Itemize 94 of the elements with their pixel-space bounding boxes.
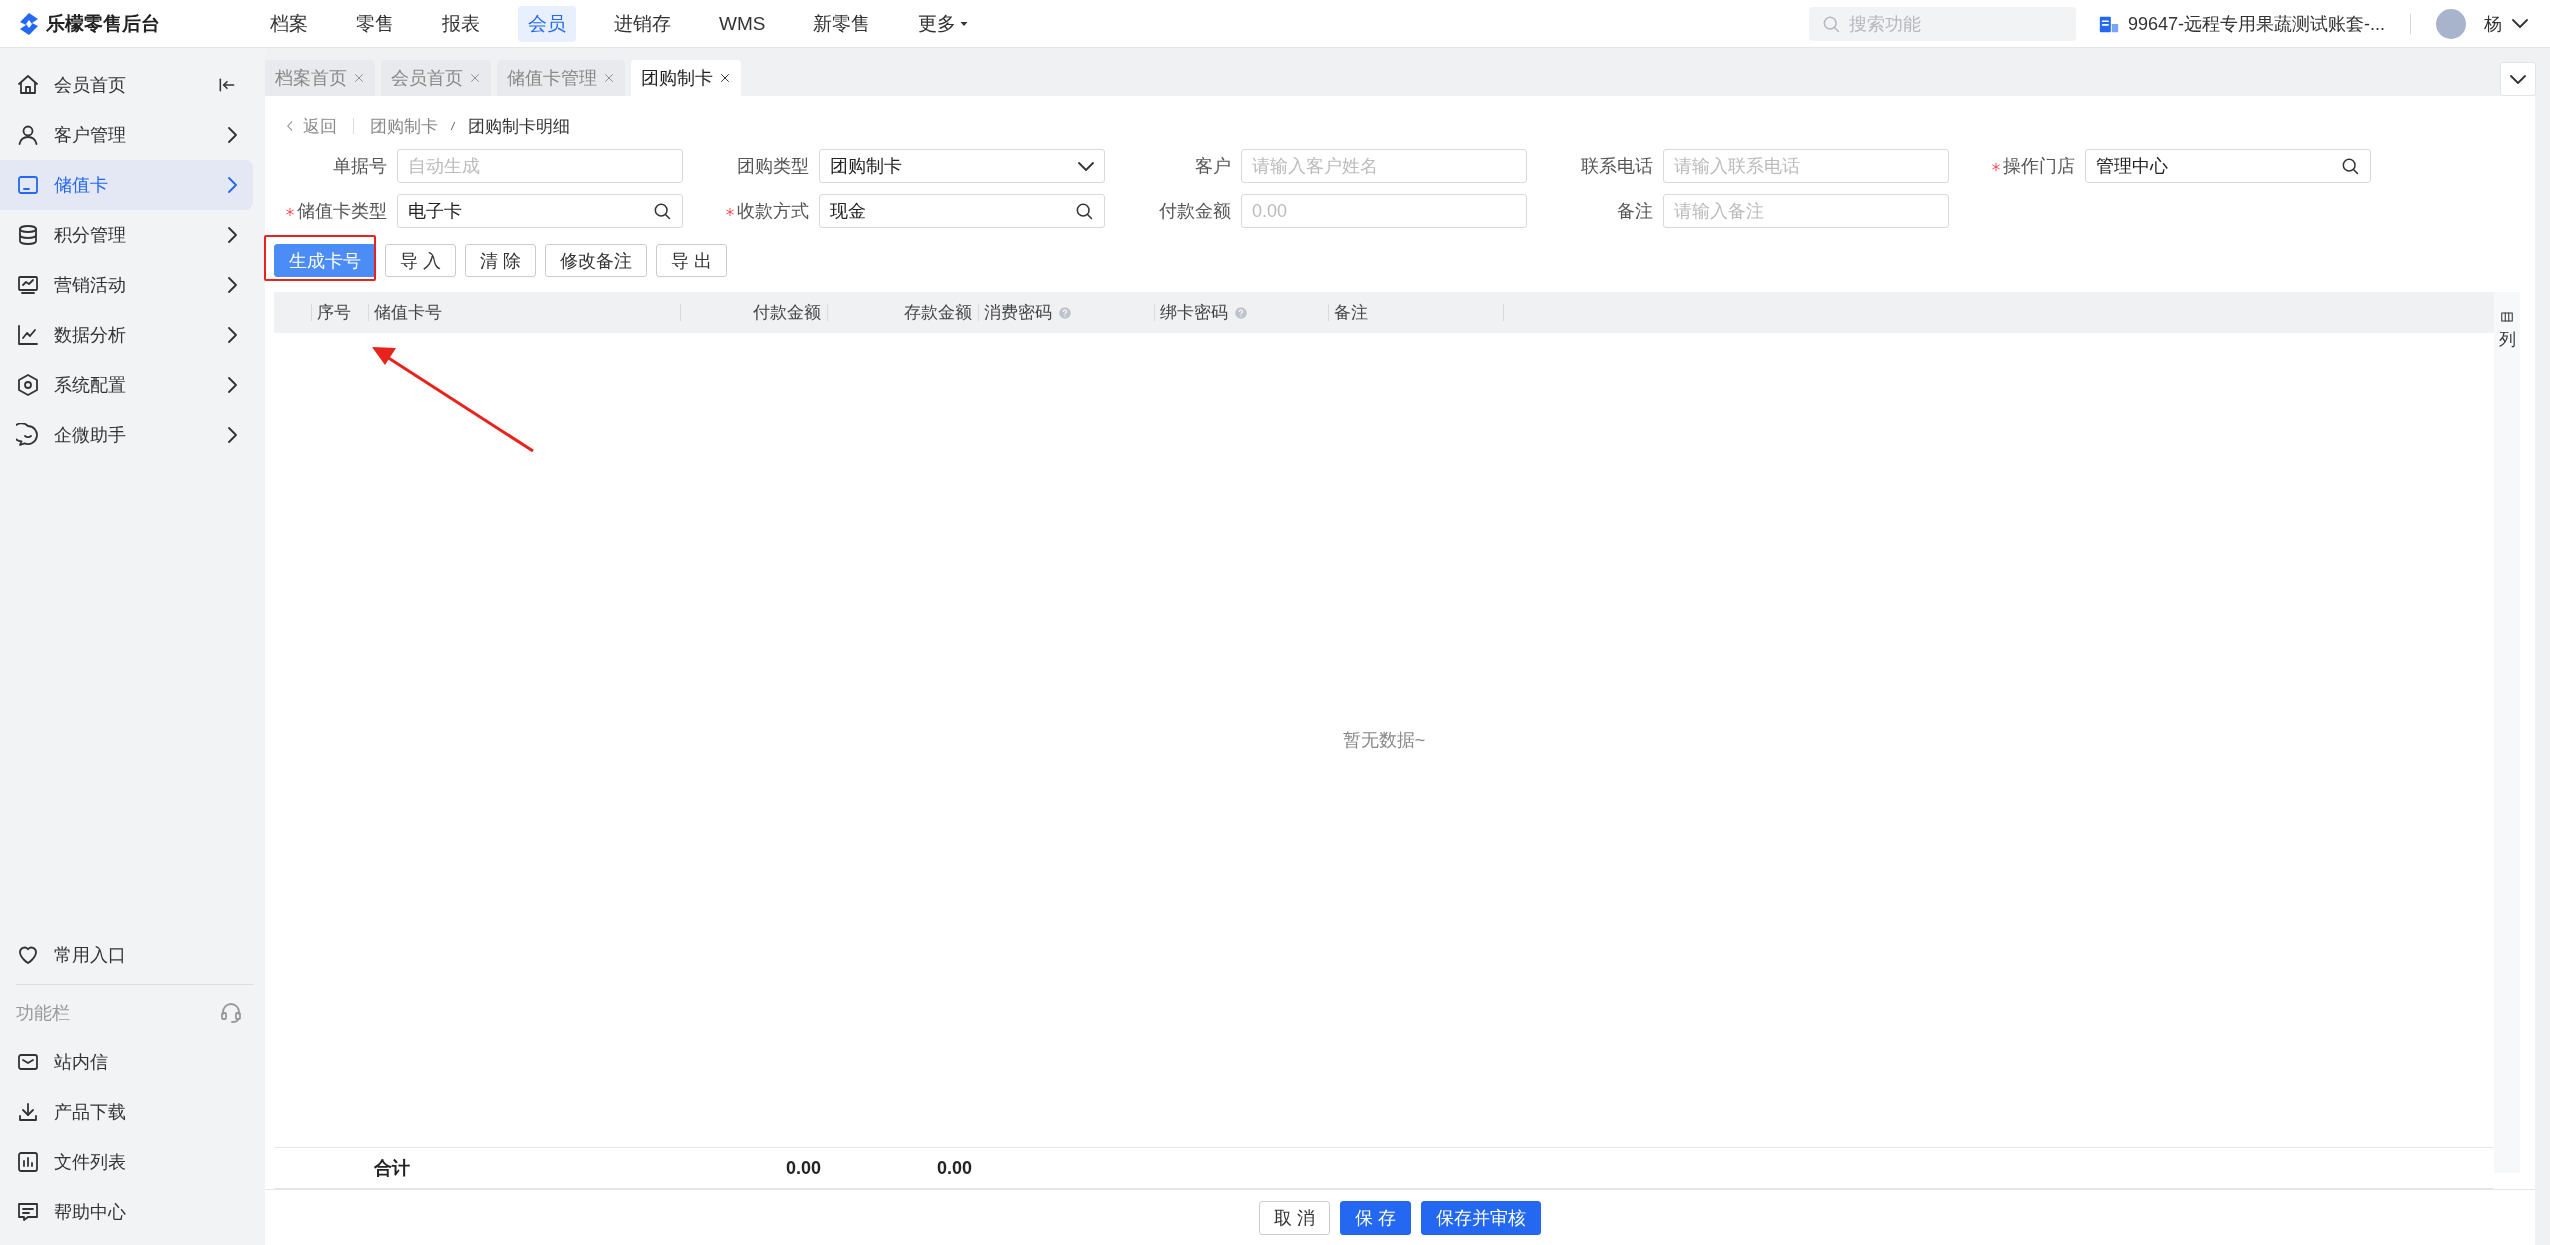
nav-item[interactable]: 新零售 [803,5,881,42]
sidebar-item[interactable]: 企微助手 [0,410,253,460]
toolbar-button[interactable]: 导 出 [656,244,728,277]
empty-message: 暂无数据~ [1342,729,1426,752]
action-button[interactable]: 保存并审核 [1421,1200,1541,1235]
chevron-down-icon [2512,19,2528,28]
search-icon [2340,156,2360,176]
sidebar-item[interactable]: 积分管理 [0,210,253,260]
sidebar-item[interactable]: 产品下载 [0,1087,253,1137]
hexagon-icon [16,373,40,397]
sidebar-item[interactable]: 帮助中心 [0,1187,253,1237]
total-value: 0.00 [936,1157,972,1179]
avatar[interactable] [2436,8,2466,39]
columns-icon[interactable] [2500,310,2514,324]
action-button[interactable]: 保 存 [1340,1200,1411,1235]
field-label: 备注 [1616,200,1653,223]
sidebar-item[interactable]: 站内信 [0,1037,253,1087]
toolbar-button[interactable]: 导 入 [385,244,456,277]
database-icon [16,223,40,247]
column-header[interactable]: 付款金额 [753,301,821,324]
chevron-right-icon [228,427,237,443]
tab-menu-button[interactable] [2500,62,2536,96]
chevron-down-icon [1078,161,1094,171]
field-label: 客户 [1194,155,1231,178]
bar-chart-icon [16,1150,40,1174]
toolbar-button[interactable]: 清 除 [465,244,537,277]
logo-icon [18,11,40,36]
input-field[interactable]: 电子卡 [397,194,683,228]
page-tab[interactable]: 团购制卡 [631,60,741,96]
input-field[interactable]: 管理中心 [2085,149,2371,183]
column-header[interactable]: 绑卡密码 [1160,301,1228,324]
action-button[interactable]: 取 消 [1259,1200,1330,1235]
column-header[interactable]: 备注 [1334,301,1368,324]
required-asterisk-icon [725,207,735,217]
nav-item[interactable]: 档案 [260,5,318,42]
input-field[interactable]: 现金 [819,194,1105,228]
chevron-right-icon [228,327,237,343]
nav-item[interactable]: 报表 [432,5,490,42]
home-icon [16,73,40,97]
sidebar-item[interactable]: 常用入口 [0,930,253,980]
nav-item[interactable]: 更多 [908,5,981,42]
collapse-icon[interactable] [217,75,237,95]
sidebar-item[interactable]: 营销活动 [0,260,253,310]
chevron-down-icon [2510,74,2526,84]
nav-item[interactable]: WMS [709,7,776,40]
breadcrumb-item: 团购制卡明细 [468,115,570,138]
nav-item[interactable]: 零售 [346,5,404,42]
required-asterisk-icon [285,207,295,217]
column-header[interactable]: 序号 [317,301,351,324]
line-chart-icon [16,323,40,347]
input-field[interactable]: 团购制卡 [819,149,1105,183]
sidebar-item[interactable]: 文件列表 [0,1137,253,1187]
download-icon [16,1100,40,1124]
field-label: 付款金额 [1158,200,1231,223]
close-icon[interactable] [719,72,731,84]
field-label: 联系电话 [1580,155,1653,178]
sidebar-item[interactable]: 数据分析 [0,310,253,360]
field-label: 团购类型 [736,155,809,178]
user-icon [16,123,40,147]
total-label: 合计 [374,1157,410,1180]
card-icon [16,173,40,197]
app-title: 乐檬零售后台 [46,11,160,36]
column-header[interactable]: 存款金额 [904,301,972,324]
breadcrumb-item[interactable]: 团购制卡 [370,114,438,138]
nav-item[interactable]: 会员 [518,5,576,42]
section-title: 功能栏 [16,1002,70,1025]
field-label: 操作门店 [1959,154,2075,178]
field-label: 储值卡类型 [271,199,387,223]
headset-icon[interactable] [219,1001,243,1025]
back-link[interactable]: 返回 [283,114,337,138]
chevron-right-icon [228,177,237,193]
sidebar-item[interactable]: 会员首页 [0,60,253,110]
chevron-right-icon [228,227,237,243]
field-label: 收款方式 [693,199,809,223]
message-icon [16,1200,40,1224]
user-name[interactable]: 杨 [2484,11,2502,36]
search-icon [652,201,672,221]
total-value: 0.00 [785,1157,821,1179]
column-header[interactable]: 消费密码 [984,301,1052,324]
chevron-right-icon [228,277,237,293]
sidebar-item[interactable]: 系统配置 [0,360,253,410]
sidebar-item[interactable]: 客户管理 [0,110,253,160]
chevron-right-icon [228,377,237,393]
column-settings-link[interactable]: 列 [2498,328,2516,351]
search-icon [1074,201,1094,221]
field-label: 单据号 [332,155,387,178]
sidebar-item[interactable]: 储值卡 [0,160,253,210]
chevron-right-icon [228,127,237,143]
nav-item[interactable]: 进销存 [604,5,681,42]
account-switcher[interactable]: 99647-远程专用果蔬测试账套-... [2097,11,2385,36]
required-asterisk-icon [1991,162,2001,172]
column-header[interactable]: 储值卡号 [374,301,442,324]
toolbar-button[interactable]: 修改备注 [545,244,648,277]
monitor-icon [16,273,40,297]
